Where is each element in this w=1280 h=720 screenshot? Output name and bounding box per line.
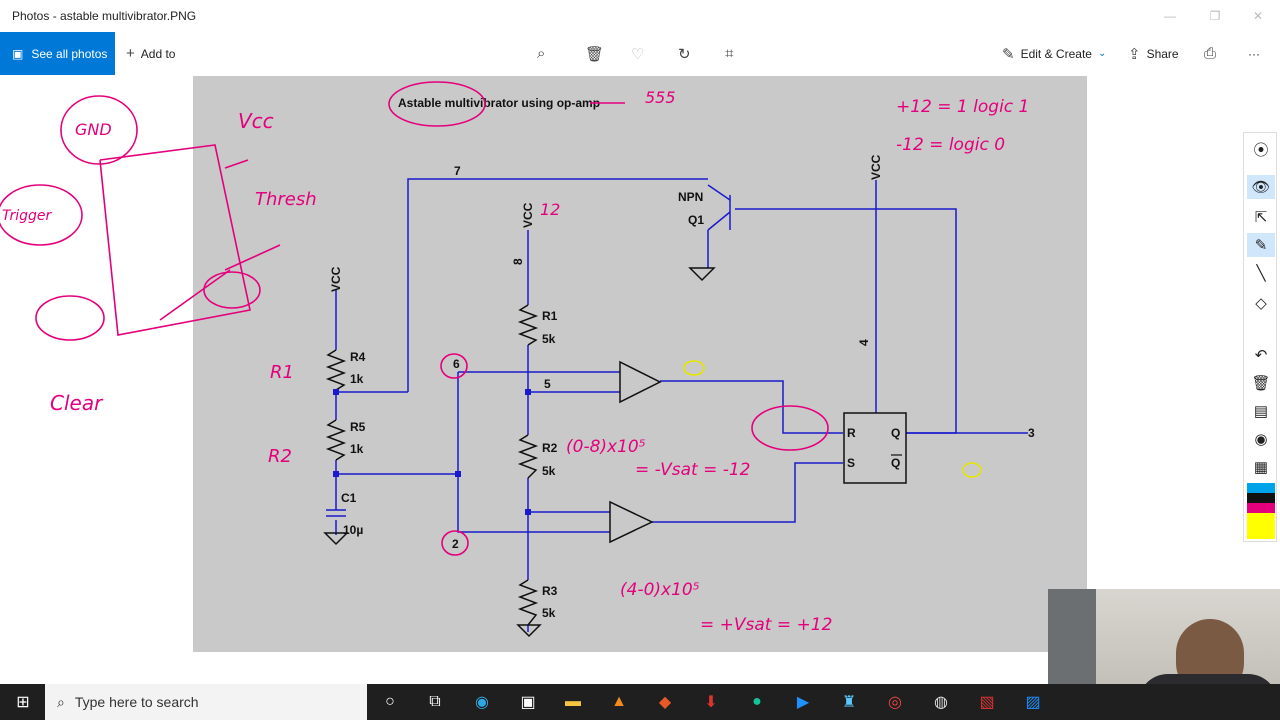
clear-icon[interactable]: 🗑 bbox=[1247, 371, 1275, 395]
r5-label: R5 bbox=[350, 420, 366, 434]
annotation-vsat-pos: = +Vsat = +12 bbox=[700, 615, 832, 635]
ff-q-label: Q bbox=[891, 426, 900, 440]
start-icon[interactable]: ⊞ bbox=[8, 688, 38, 716]
r4-label: R4 bbox=[350, 350, 366, 364]
annotation-trigger: Trigger bbox=[2, 208, 52, 224]
annotation-555: 555 bbox=[645, 88, 676, 107]
ltspice-icon[interactable]: ♜ bbox=[834, 688, 864, 716]
annotation-gnd: GND bbox=[75, 120, 112, 139]
annotation-calc1: (0-8)x10⁵ bbox=[566, 437, 646, 457]
clipboard-icon[interactable]: ▦ bbox=[1247, 455, 1275, 479]
circuit-wires bbox=[326, 178, 1028, 632]
pdf-icon[interactable]: ▧ bbox=[972, 688, 1002, 716]
camera-icon[interactable]: ◉ bbox=[1247, 427, 1275, 451]
annotation-r2: R2 bbox=[268, 446, 292, 467]
taskbar-search[interactable]: ⌕ Type here to search bbox=[45, 684, 367, 720]
matlab-icon[interactable]: ◆ bbox=[650, 688, 680, 716]
node-4-label: 4 bbox=[857, 339, 871, 346]
file-explorer-icon[interactable]: ▬ bbox=[558, 688, 588, 716]
npn-label: NPN bbox=[678, 190, 703, 204]
color-palette[interactable] bbox=[1247, 483, 1275, 539]
pen-icon[interactable]: ╲ bbox=[1247, 261, 1275, 285]
photos-app-icon[interactable]: ▨ bbox=[1018, 688, 1048, 716]
pin-icon[interactable]: ⦿ bbox=[1247, 137, 1275, 161]
annotation-calc2: (4-0)x10⁵ bbox=[620, 580, 700, 600]
c1-value: 10µ bbox=[343, 523, 363, 537]
board-icon[interactable]: ▤ bbox=[1247, 399, 1275, 423]
grammarly-icon[interactable]: ● bbox=[742, 688, 772, 716]
annotation-r1: R1 bbox=[270, 362, 294, 383]
ff-qbar-label: Q bbox=[891, 456, 900, 470]
search-placeholder: Type here to search bbox=[74, 694, 199, 710]
eye-icon[interactable]: 👁 bbox=[1247, 175, 1275, 199]
edge-icon[interactable]: ◉ bbox=[467, 688, 497, 716]
media-icon[interactable]: ▶ bbox=[788, 688, 818, 716]
c1-label: C1 bbox=[341, 491, 357, 505]
download-icon[interactable]: ⬇ bbox=[696, 688, 726, 716]
node-3-label: 3 bbox=[1028, 426, 1035, 440]
annotation-clear: Clear bbox=[50, 391, 104, 415]
node-5-label: 5 bbox=[544, 377, 551, 391]
r3-value: 5k bbox=[542, 606, 556, 620]
annotation-logic1: +12 = 1 logic 1 bbox=[896, 97, 1029, 117]
r4-value: 1k bbox=[350, 372, 364, 386]
r2-value: 5k bbox=[542, 464, 556, 478]
ink-tool-panel: ⦿ 👁 ⇱ ✎ ╲ ◇ ↶ 🗑 ▤ ◉ ▦ bbox=[1243, 132, 1277, 542]
cursor-icon[interactable]: ⇱ bbox=[1247, 205, 1275, 229]
annotation-logic0: -12 = logic 0 bbox=[896, 135, 1005, 155]
circuit-title: Astable multivibrator using op-amp bbox=[398, 96, 600, 110]
vcc-right-label: VCC bbox=[869, 154, 883, 180]
node-2-label: 2 bbox=[452, 537, 459, 551]
chrome-icon[interactable]: ◎ bbox=[880, 688, 910, 716]
vcc-top-label: VCC bbox=[521, 202, 535, 228]
annotation-12: 12 bbox=[540, 200, 560, 219]
q1-label: Q1 bbox=[688, 213, 704, 227]
search-icon: ⌕ bbox=[57, 693, 65, 710]
annotation-vsat-neg: = -Vsat = -12 bbox=[635, 460, 750, 480]
eraser-icon[interactable]: ◇ bbox=[1247, 291, 1275, 315]
annotation-vcc: Vcc bbox=[238, 109, 274, 133]
vlc-icon[interactable]: ▲ bbox=[604, 688, 634, 716]
cortana-icon[interactable]: ○ bbox=[375, 688, 405, 716]
store-icon[interactable]: ▣ bbox=[513, 688, 543, 716]
node-6-label: 6 bbox=[453, 357, 460, 371]
ff-s-label: S bbox=[847, 456, 855, 470]
ink-annotations bbox=[0, 81, 829, 556]
undo-icon[interactable]: ↶ bbox=[1247, 343, 1275, 367]
node-7-label: 7 bbox=[454, 164, 461, 178]
vcc-left-label: VCC bbox=[329, 266, 343, 292]
r1-value: 5k bbox=[542, 332, 556, 346]
r3-label: R3 bbox=[542, 584, 558, 598]
r5-value: 1k bbox=[350, 442, 364, 456]
highlighter-icon[interactable]: ✎ bbox=[1247, 233, 1275, 257]
task-view-icon[interactable]: ⧉ bbox=[420, 688, 450, 716]
r2-label: R2 bbox=[542, 441, 558, 455]
annotation-thresh: Thresh bbox=[255, 189, 317, 210]
obs-icon[interactable]: ◍ bbox=[926, 688, 956, 716]
r1-label: R1 bbox=[542, 309, 558, 323]
node-8-label: 8 bbox=[511, 258, 525, 265]
ff-r-label: R bbox=[847, 426, 856, 440]
